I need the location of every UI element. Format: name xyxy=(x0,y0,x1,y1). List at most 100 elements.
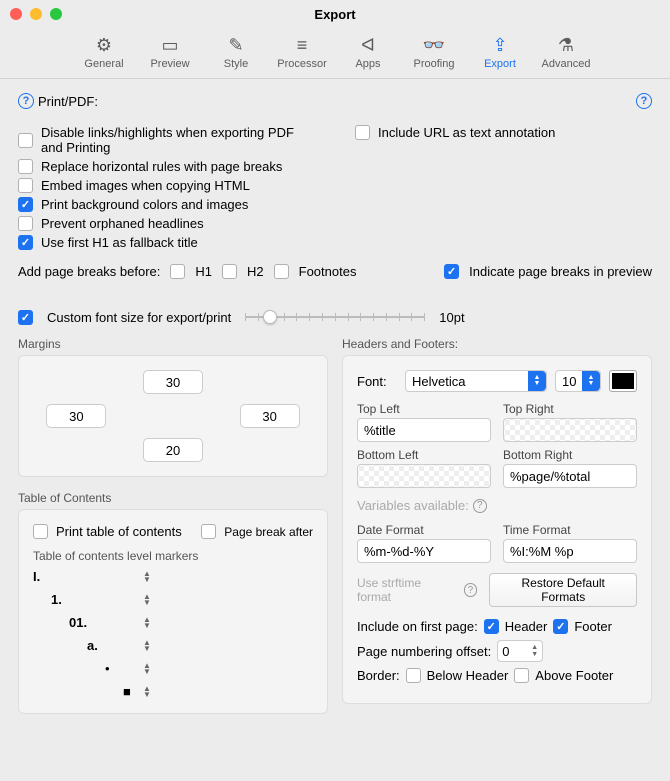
pb-h2-checkbox[interactable] xyxy=(222,264,237,279)
toc-marker-4: a. xyxy=(33,638,133,653)
font-size-select-value: 10 xyxy=(562,374,576,389)
hf-group: Font: Helvetica ▲▼ 10 ▲▼ Top Left Top Ri… xyxy=(342,355,652,704)
toc-marker-3: 01. xyxy=(33,615,133,630)
margin-left-input[interactable] xyxy=(46,404,106,428)
tab-processor[interactable]: ≡Processor xyxy=(274,34,330,70)
toc-marker-2: 1. xyxy=(33,592,133,607)
select-arrows-icon: ▲▼ xyxy=(528,371,546,391)
date-format-label: Date Format xyxy=(357,523,491,537)
top-left-label: Top Left xyxy=(357,402,491,416)
margin-bottom-input[interactable] xyxy=(143,438,203,462)
pb-h1-label: H1 xyxy=(195,264,212,279)
toc-heading: Table of Contents xyxy=(18,491,328,505)
indicate-pb-label: Indicate page breaks in preview xyxy=(469,264,652,279)
font-size-value: 10pt xyxy=(439,310,464,325)
glasses-icon: 👓 xyxy=(423,34,445,56)
gear-icon: ⚙ xyxy=(96,34,112,56)
tab-export[interactable]: ⇪Export xyxy=(472,34,528,70)
below-header-checkbox[interactable] xyxy=(406,668,421,683)
advanced-icon: ⚗ xyxy=(558,34,574,56)
help-icon-right[interactable]: ? xyxy=(636,93,652,109)
tab-preview[interactable]: ▭Preview xyxy=(142,34,198,70)
bottom-right-input[interactable] xyxy=(503,464,637,488)
include-header-checkbox[interactable] xyxy=(484,619,499,634)
date-format-input[interactable] xyxy=(357,539,491,563)
font-select[interactable]: Helvetica ▲▼ xyxy=(405,370,547,392)
bottom-right-label: Bottom Right xyxy=(503,448,637,462)
indicate-pb-checkbox[interactable] xyxy=(444,264,459,279)
style-icon: ✎ xyxy=(228,34,243,56)
pb-footnotes-checkbox[interactable] xyxy=(274,264,289,279)
print-toc-checkbox[interactable] xyxy=(33,524,48,539)
print-bg-label: Print background colors and images xyxy=(41,197,248,212)
toc-marker-6-stepper[interactable]: ▲▼ xyxy=(143,686,151,698)
tab-apps[interactable]: ᐊApps xyxy=(340,34,396,70)
bottom-left-label: Bottom Left xyxy=(357,448,491,462)
offset-stepper[interactable]: ▲▼ xyxy=(531,644,538,658)
disable-links-checkbox[interactable] xyxy=(18,133,33,148)
strftime-label: Use strftime format xyxy=(357,576,458,604)
font-color-swatch[interactable] xyxy=(609,370,637,392)
tab-advanced[interactable]: ⚗Advanced xyxy=(538,34,594,70)
include-header-label: Header xyxy=(505,619,548,634)
offset-input[interactable]: 0▲▼ xyxy=(497,640,543,662)
print-bg-checkbox[interactable] xyxy=(18,197,33,212)
use-h1-checkbox[interactable] xyxy=(18,235,33,250)
toc-pagebreak-label: Page break after xyxy=(224,525,313,539)
replace-hr-label: Replace horizontal rules with page break… xyxy=(41,159,282,174)
use-h1-label: Use first H1 as fallback title xyxy=(41,235,198,250)
margins-heading: Margins xyxy=(18,337,328,351)
custom-font-checkbox[interactable] xyxy=(18,310,33,325)
strftime-help-icon[interactable]: ? xyxy=(464,583,478,597)
tab-proofing[interactable]: 👓Proofing xyxy=(406,34,462,70)
apps-icon: ᐊ xyxy=(361,34,375,56)
top-left-input[interactable] xyxy=(357,418,491,442)
toc-marker-3-stepper[interactable]: ▲▼ xyxy=(143,617,151,629)
prevent-orphan-checkbox[interactable] xyxy=(18,216,33,231)
slider-thumb[interactable] xyxy=(263,310,277,324)
prevent-orphan-label: Prevent orphaned headlines xyxy=(41,216,204,231)
border-label: Border: xyxy=(357,668,400,683)
embed-images-checkbox[interactable] xyxy=(18,178,33,193)
include-footer-checkbox[interactable] xyxy=(553,619,568,634)
margin-right-input[interactable] xyxy=(240,404,300,428)
tab-general[interactable]: ⚙General xyxy=(76,34,132,70)
print-toc-label: Print table of contents xyxy=(56,524,182,539)
font-label: Font: xyxy=(357,374,397,389)
pb-h1-checkbox[interactable] xyxy=(170,264,185,279)
toc-markers-heading: Table of contents level markers xyxy=(33,549,313,563)
toc-pagebreak-checkbox[interactable] xyxy=(201,524,216,539)
titlebar: Export xyxy=(0,0,670,28)
variables-label: Variables available: xyxy=(357,498,469,513)
tab-style[interactable]: ✎Style xyxy=(208,34,264,70)
include-url-checkbox[interactable] xyxy=(355,125,370,140)
variables-help-icon[interactable]: ? xyxy=(473,499,487,513)
time-format-label: Time Format xyxy=(503,523,637,537)
include-first-label: Include on first page: xyxy=(357,619,478,634)
section-title: Print/PDF: xyxy=(38,94,98,109)
above-footer-label: Above Footer xyxy=(535,668,613,683)
font-select-value: Helvetica xyxy=(412,374,465,389)
preview-icon: ▭ xyxy=(161,34,178,56)
bottom-left-input[interactable] xyxy=(357,464,491,488)
toc-marker-6: ■ xyxy=(33,684,133,699)
window-title: Export xyxy=(0,7,670,22)
toc-marker-5-stepper[interactable]: ▲▼ xyxy=(143,663,151,675)
font-size-slider[interactable] xyxy=(245,307,425,327)
font-size-select[interactable]: 10 ▲▼ xyxy=(555,370,601,392)
margin-top-input[interactable] xyxy=(143,370,203,394)
pagebreak-label: Add page breaks before: xyxy=(18,264,160,279)
above-footer-checkbox[interactable] xyxy=(514,668,529,683)
export-icon: ⇪ xyxy=(492,34,507,56)
time-format-input[interactable] xyxy=(503,539,637,563)
restore-formats-button[interactable]: Restore Default Formats xyxy=(489,573,637,607)
toc-marker-1-stepper[interactable]: ▲▼ xyxy=(143,571,151,583)
top-right-input[interactable] xyxy=(503,418,637,442)
preferences-toolbar: ⚙General ▭Preview ✎Style ≡Processor ᐊApp… xyxy=(0,28,670,79)
help-icon[interactable]: ? xyxy=(18,93,34,109)
replace-hr-checkbox[interactable] xyxy=(18,159,33,174)
toc-marker-4-stepper[interactable]: ▲▼ xyxy=(143,640,151,652)
margins-group xyxy=(18,355,328,477)
toc-marker-5: • xyxy=(33,661,133,676)
toc-marker-2-stepper[interactable]: ▲▼ xyxy=(143,594,151,606)
